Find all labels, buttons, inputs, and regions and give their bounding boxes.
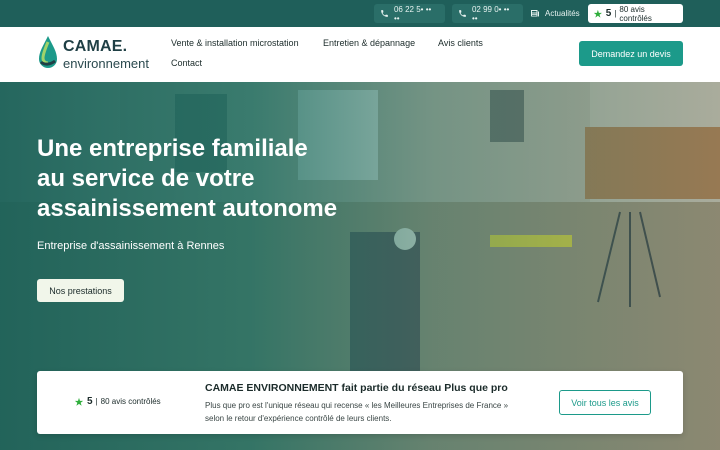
logo-subtitle: environnement [63,56,149,71]
phone-number-1: 06 22 5• •• •• [393,4,432,23]
nav-item-avis[interactable]: Avis clients [438,38,483,48]
rating-score: 5 [605,8,612,19]
phone-link-2[interactable]: 02 99 0• •• •• [452,4,523,23]
nav-item-contact[interactable]: Contact [171,58,202,68]
phone-number-2: 02 99 0• •• •• [471,4,510,23]
rating-divider: | [614,9,617,18]
nav-item-entretien[interactable]: Entretien & dépannage [323,38,415,48]
review-card: 5 | 80 avis contrôlés CAMAE ENVIRONNEMEN… [37,371,683,434]
site-header: CAMAE. environnement Vente & installatio… [0,27,720,82]
top-rating-badge[interactable]: 5 | 80 avis contrôlés [588,4,683,23]
rating-divider: | [95,397,98,406]
logo-name: CAMAE. [63,38,128,55]
nav-item-vente[interactable]: Vente & installation microstation [171,38,299,48]
review-card-title: CAMAE ENVIRONNEMENT fait partie du résea… [205,382,508,394]
phone-link-1[interactable]: 06 22 5• •• •• [374,4,445,23]
top-bar: 06 22 5• •• •• 02 99 0• •• •• Actualités… [0,0,720,27]
hero-subtitle: Entreprise d'assainissement à Rennes [37,240,225,252]
hero-title-line: Une entreprise familiale [37,135,308,162]
rating-count: 80 avis contrôlés [100,397,161,406]
newspaper-icon [531,10,539,17]
phone-icon [381,10,388,17]
card-rating-badge[interactable]: 5 | 80 avis contrôlés [74,396,161,407]
star-icon [593,9,602,18]
quote-button[interactable]: Demandez un devis [579,41,683,66]
services-button[interactable]: Nos prestations [37,279,124,302]
rating-score: 5 [87,396,93,407]
hero-title-line: au service de votre [37,165,255,192]
logo-drop-icon [39,36,57,68]
star-icon [74,397,84,406]
hero-title-line: assainissement autonome [37,195,338,222]
news-link[interactable]: Actualités [530,4,580,23]
hero-title: Une entreprise familiale au service de v… [37,134,457,224]
logo[interactable]: CAMAE. environnement [37,35,157,75]
phone-icon [459,10,466,17]
rating-count: 80 avis contrôlés [619,4,652,23]
all-reviews-button[interactable]: Voir tous les avis [559,390,651,415]
review-card-text: Plus que pro est l'unique réseau qui rec… [205,401,509,423]
news-label: Actualités [545,9,580,18]
